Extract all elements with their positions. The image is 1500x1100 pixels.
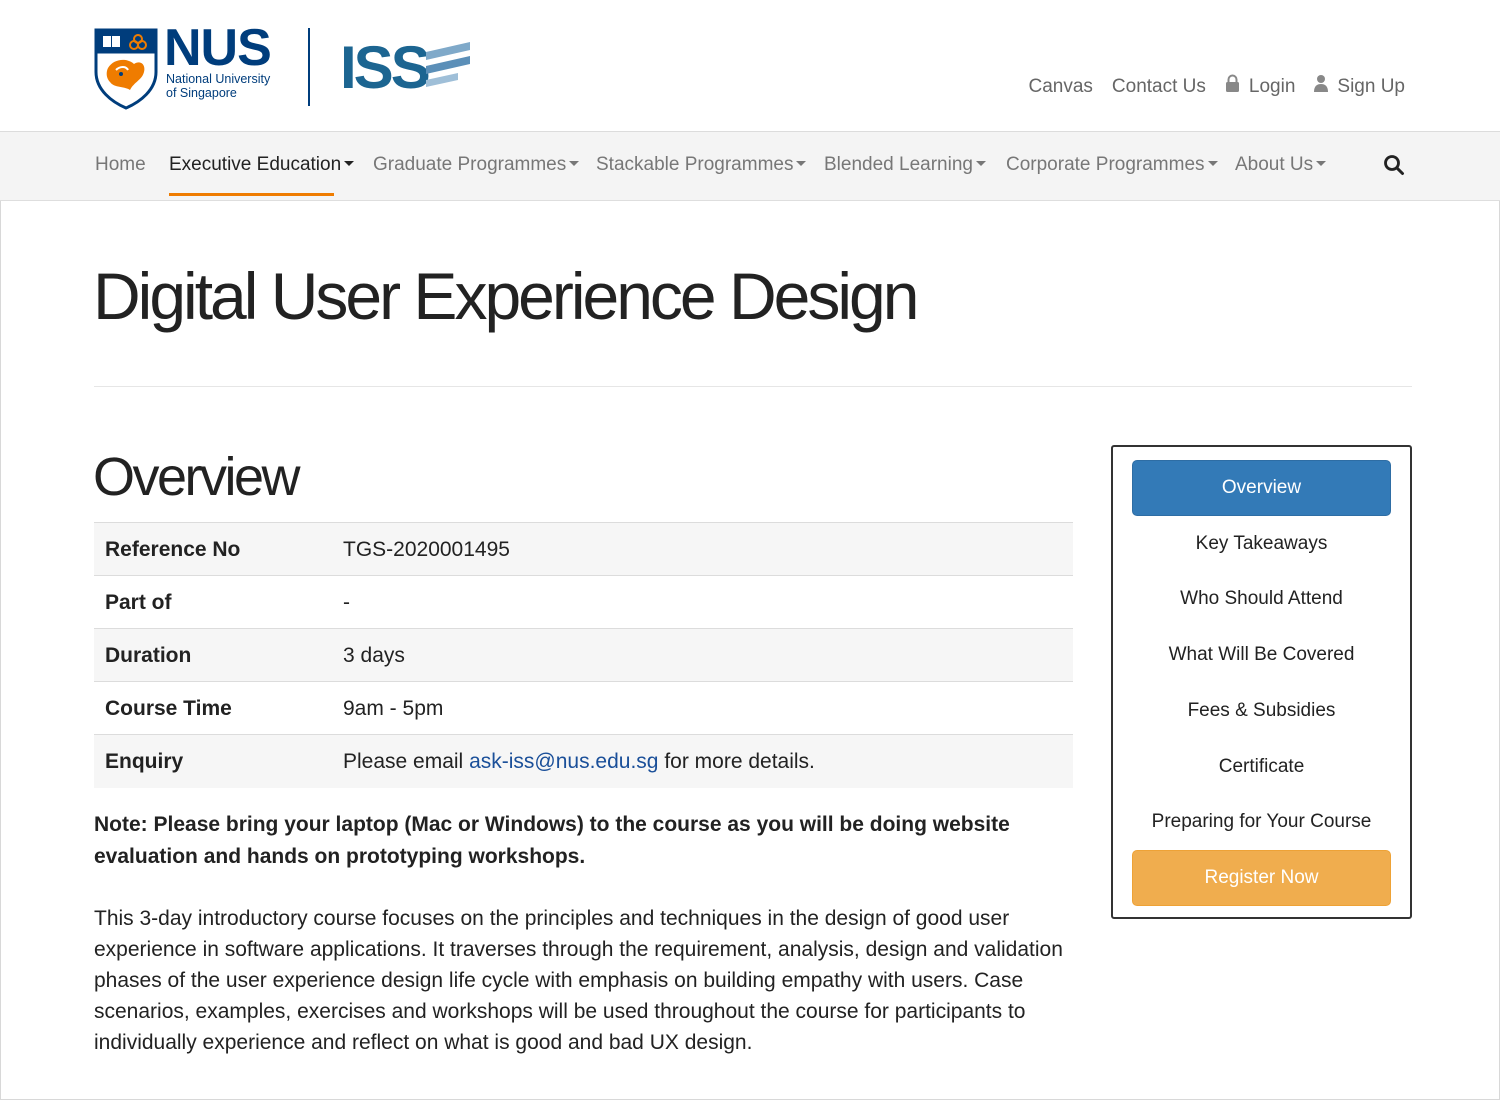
canvas-link[interactable]: Canvas xyxy=(1028,76,1092,98)
nav-item-about-us-label: About Us xyxy=(1235,154,1314,175)
reference-no-label: Reference No xyxy=(105,537,241,561)
site-header: NUS National University of Singapore ISS… xyxy=(0,0,1500,132)
nus-subtitle-line1: National University xyxy=(166,72,271,86)
course-time-value: 9am - 5pm xyxy=(343,696,444,720)
canvas-link-label: Canvas xyxy=(1028,75,1093,97)
nus-wordmark: NUS xyxy=(164,19,272,77)
login-link-label: Login xyxy=(1248,75,1296,97)
iss-wordmark: ISS xyxy=(340,36,429,94)
nav-item-corporate-programmes[interactable]: Corporate Programmes xyxy=(1006,154,1218,176)
nav-item-executive-education[interactable]: Executive Education xyxy=(169,154,355,176)
side-link-fees-subsidies[interactable]: Fees & Subsidies xyxy=(1113,700,1410,722)
reference-no-value: TGS-2020001495 xyxy=(343,537,510,561)
nav-item-blended-learning[interactable]: Blended Learning xyxy=(824,154,986,176)
caret-down-icon xyxy=(975,160,986,166)
nav-item-home[interactable]: Home xyxy=(95,154,146,176)
enquiry-label: Enquiry xyxy=(105,749,184,773)
nav-item-blended-learning-label: Blended Learning xyxy=(824,154,973,175)
part-of-value: - xyxy=(343,590,350,614)
nav-item-stackable-programmes-label: Stackable Programmes xyxy=(596,154,794,175)
user-icon xyxy=(1314,74,1329,99)
lock-icon xyxy=(1225,74,1240,99)
contact-us-link[interactable]: Contact Us xyxy=(1112,76,1206,98)
enquiry-value: Please email ask-iss@nus.edu.sg for more… xyxy=(343,735,1073,788)
nav-item-stackable-programmes[interactable]: Stackable Programmes xyxy=(596,154,807,176)
contact-us-link-label: Contact Us xyxy=(1111,75,1206,97)
nav-item-executive-education-label: Executive Education xyxy=(169,154,342,175)
title-divider xyxy=(94,386,1412,387)
login-link[interactable]: Login xyxy=(1225,74,1296,99)
page-title: Digital User Experience Design xyxy=(93,259,919,333)
nus-crest-icon xyxy=(94,28,158,110)
table-row: Part of - xyxy=(94,575,1073,629)
iss-logo[interactable]: ISS xyxy=(340,34,476,101)
search-icon[interactable] xyxy=(1383,154,1405,181)
nav-item-about-us[interactable]: About Us xyxy=(1235,154,1327,176)
course-description: This 3-day introductory course focuses o… xyxy=(94,907,1063,1054)
table-row: Course Time 9am - 5pm xyxy=(94,681,1073,735)
caret-down-icon xyxy=(344,160,355,166)
side-link-who-should-attend[interactable]: Who Should Attend xyxy=(1113,588,1410,610)
iss-logo-mark: ISS xyxy=(340,34,470,101)
side-link-what-will-be-covered[interactable]: What Will Be Covered xyxy=(1113,644,1410,666)
main-nav: Home Executive Education Graduate Progra… xyxy=(0,132,1500,201)
duration-label: Duration xyxy=(105,643,192,667)
nus-logo[interactable]: NUS National University of Singapore xyxy=(94,22,284,112)
caret-down-icon xyxy=(569,160,580,166)
side-link-certificate[interactable]: Certificate xyxy=(1113,756,1410,778)
nav-item-corporate-programmes-label: Corporate Programmes xyxy=(1006,154,1205,175)
table-row: Reference No TGS-2020001495 xyxy=(94,522,1073,576)
laptop-note: Note: Please bring your laptop (Mac or W… xyxy=(94,813,1010,868)
caret-down-icon xyxy=(796,160,807,166)
register-now-button-label: Register Now xyxy=(1204,867,1319,888)
nus-subtitle-line2: of Singapore xyxy=(166,86,237,100)
overview-button[interactable]: Overview xyxy=(1132,460,1391,516)
nav-item-home-label: Home xyxy=(95,154,146,175)
table-row: Duration 3 days xyxy=(94,628,1073,682)
nav-item-graduate-programmes[interactable]: Graduate Programmes xyxy=(373,154,580,176)
register-now-button[interactable]: Register Now xyxy=(1132,850,1391,906)
sign-up-link[interactable]: Sign Up xyxy=(1314,74,1405,99)
course-side-nav: Overview Key Takeaways Who Should Attend… xyxy=(1111,445,1412,919)
enquiry-suffix: for more details. xyxy=(664,749,815,773)
nus-subtitle: National University of Singapore xyxy=(166,72,270,100)
overview-heading: Overview xyxy=(93,447,301,507)
sign-up-link-label: Sign Up xyxy=(1337,75,1405,97)
enquiry-email-link[interactable]: ask-iss@nus.edu.sg xyxy=(469,750,658,773)
active-nav-indicator xyxy=(169,193,334,196)
logo-divider xyxy=(308,28,310,106)
side-link-preparing-for-course[interactable]: Preparing for Your Course xyxy=(1113,811,1410,833)
table-row: Enquiry Please email ask-iss@nus.edu.sg … xyxy=(94,734,1073,788)
part-of-label: Part of xyxy=(105,590,172,614)
side-link-key-takeaways[interactable]: Key Takeaways xyxy=(1113,533,1410,555)
caret-down-icon xyxy=(1316,160,1327,166)
enquiry-prefix: Please email xyxy=(343,749,464,773)
course-info-table: Reference No TGS-2020001495 Part of - Du… xyxy=(94,522,1073,788)
overview-button-label: Overview xyxy=(1221,477,1302,498)
course-time-label: Course Time xyxy=(105,696,232,720)
top-links: Canvas Contact Us Login Sign Up xyxy=(1009,74,1405,99)
duration-value: 3 days xyxy=(343,643,405,667)
caret-down-icon xyxy=(1207,160,1218,166)
nav-item-graduate-programmes-label: Graduate Programmes xyxy=(373,154,567,175)
